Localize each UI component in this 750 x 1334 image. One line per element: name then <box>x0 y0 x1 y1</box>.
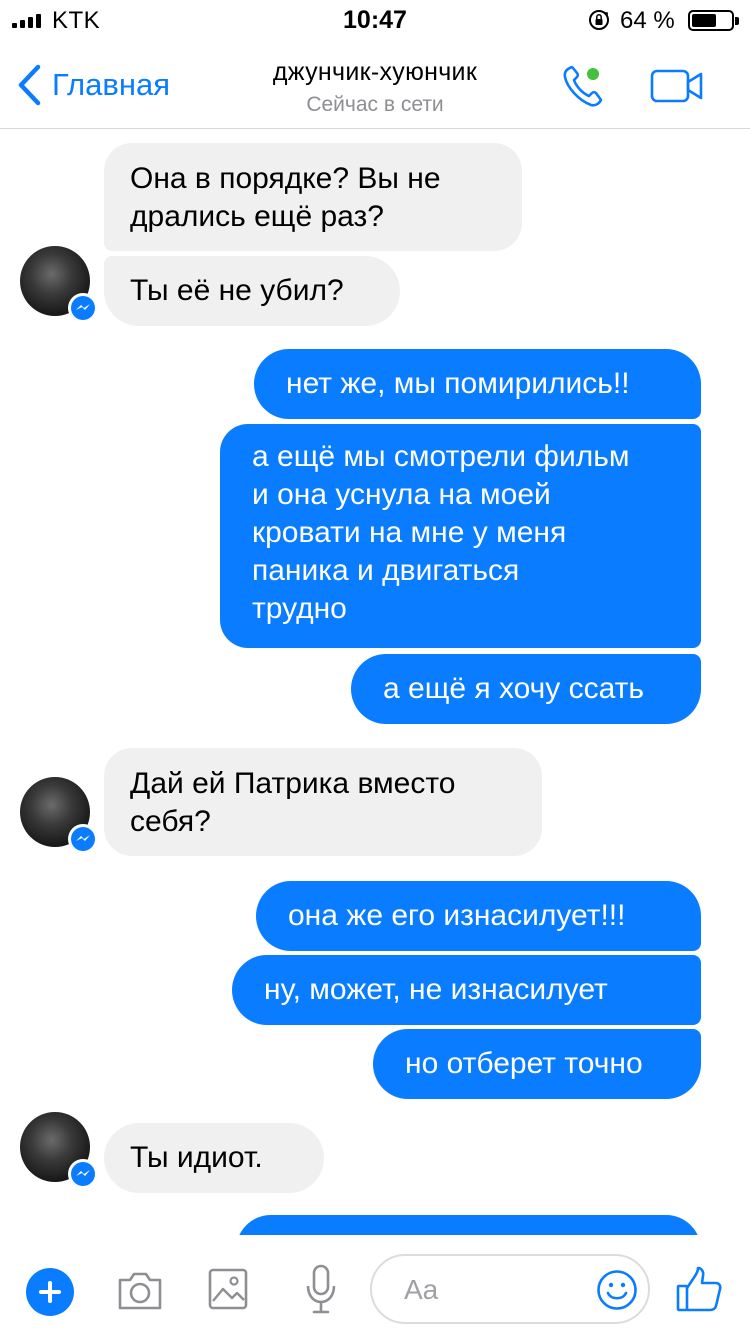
online-indicator <box>587 68 599 80</box>
outgoing-message[interactable]: а ещё я хочу ссать <box>351 654 701 724</box>
presence-status: Сейчас в сети <box>306 93 444 116</box>
message-text: Ты идиот. <box>130 1141 263 1174</box>
rotation-lock-icon <box>589 10 609 30</box>
messenger-badge-icon <box>68 824 98 854</box>
incoming-message[interactable]: Она в порядке? Вы не дрались ещё раз? <box>104 143 522 251</box>
microphone-icon[interactable] <box>304 1264 338 1316</box>
message-input-container[interactable] <box>370 1254 650 1324</box>
message-text: а ещё я хочу ссать <box>383 672 645 705</box>
messenger-badge-icon <box>68 1159 98 1189</box>
status-bar: KTK 10:47 64 % <box>0 0 750 40</box>
camera-icon[interactable] <box>116 1270 164 1312</box>
message-text: Ты её не убил? <box>130 274 344 307</box>
message-text: и она уснула на моей <box>252 478 551 511</box>
messenger-badge-icon <box>68 293 98 323</box>
image-icon[interactable] <box>208 1268 248 1310</box>
message-text: Она в порядке? Вы не <box>130 162 441 195</box>
message-text: трудно <box>252 592 347 625</box>
plus-icon[interactable] <box>26 1268 74 1316</box>
incoming-message[interactable]: Дай ей Патрика вместо себя? <box>104 748 542 856</box>
composer-toolbar <box>0 1236 750 1334</box>
outgoing-message[interactable]: но отберет точно <box>373 1029 701 1099</box>
outgoing-message[interactable]: нет же, мы помирились!! <box>254 349 701 419</box>
incoming-message[interactable]: Ты идиот. <box>104 1123 324 1193</box>
message-text: Дай ей Патрика вместо <box>130 767 456 800</box>
battery-level <box>692 14 716 27</box>
back-button[interactable]: Главная <box>16 62 170 108</box>
contact-info[interactable]: джунчик-хуюнчик Сейчас в сети <box>180 58 570 117</box>
emoji-icon[interactable] <box>596 1269 638 1311</box>
message-text: дрались ещё раз? <box>130 200 384 233</box>
conversation-header: Главная джунчик-хуюнчик Сейчас в сети <box>0 40 750 129</box>
message-text: паника и двигаться <box>252 554 520 587</box>
message-text: кровати на мне у меня <box>252 516 567 549</box>
outgoing-message-partial[interactable] <box>236 1215 701 1235</box>
thumbs-up-icon[interactable] <box>676 1266 722 1312</box>
outgoing-message[interactable]: она же его изнасилует!!! <box>256 881 701 951</box>
outgoing-message[interactable]: а ещё мы смотрели фильм и она уснула на … <box>220 424 701 648</box>
contact-name: джунчик-хуюнчик <box>272 58 478 86</box>
message-list[interactable]: Она в порядке? Вы не дрались ещё раз? Ты… <box>0 130 750 1235</box>
message-text: она же его изнасилует!!! <box>288 899 626 932</box>
battery-percent: 64 % <box>620 7 675 34</box>
phone-call-icon[interactable] <box>560 62 608 110</box>
message-text: себя? <box>130 805 211 838</box>
incoming-message[interactable]: Ты её не убил? <box>104 256 400 326</box>
back-label: Главная <box>52 67 170 102</box>
message-text: ну, может, не изнасилует <box>264 973 608 1006</box>
chevron-left-icon <box>18 64 41 106</box>
battery-icon <box>688 10 739 31</box>
message-text: но отберет точно <box>405 1047 643 1080</box>
message-input[interactable] <box>404 1272 574 1308</box>
outgoing-message[interactable]: ну, может, не изнасилует <box>232 955 701 1025</box>
message-text: а ещё мы смотрели фильм <box>252 440 630 473</box>
message-text: нет же, мы помирились!! <box>286 367 630 400</box>
video-call-icon[interactable] <box>650 68 704 104</box>
